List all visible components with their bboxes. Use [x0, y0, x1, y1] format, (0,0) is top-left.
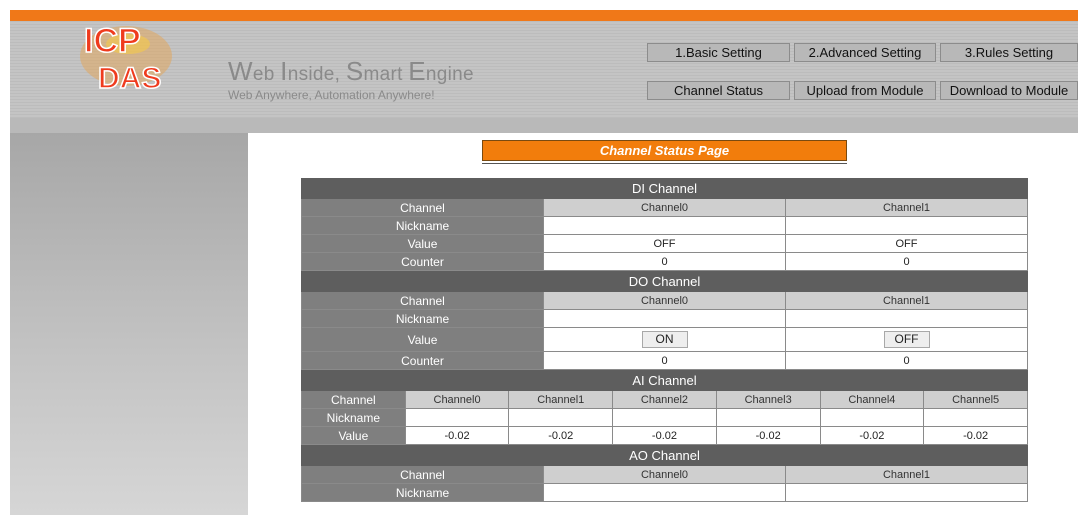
channel-cell: Channel5 — [923, 390, 1028, 409]
channel-cell: Channel0 — [404, 390, 510, 409]
table-row: Counter 0 0 — [301, 351, 1028, 370]
table-row: Counter 0 0 — [301, 252, 1028, 271]
row-label: Channel — [301, 198, 544, 217]
table-row: Value -0.02 -0.02 -0.02 -0.02 -0.02 -0.0… — [301, 426, 1028, 445]
ai-section-title: AI Channel — [301, 370, 1028, 391]
left-sidebar — [10, 133, 248, 515]
nickname-cell — [543, 216, 786, 235]
row-label: Channel — [301, 465, 544, 484]
row-label: Counter — [301, 252, 544, 271]
nickname-cell — [819, 408, 925, 427]
counter-cell: 0 — [543, 252, 786, 271]
value-cell: ON — [543, 327, 786, 352]
table-row: Nickname — [301, 483, 1028, 502]
channel-cell: Channel0 — [543, 465, 786, 484]
di-channel-table: DI Channel Channel Channel0 Channel1 Nic… — [301, 178, 1028, 271]
channel-cell: Channel2 — [612, 390, 717, 409]
nickname-cell — [543, 309, 786, 328]
value-cell: -0.02 — [508, 426, 614, 445]
do-channel-table: DO Channel Channel Channel0 Channel1 Nic… — [301, 271, 1028, 370]
value-cell: -0.02 — [819, 426, 925, 445]
table-row: Nickname — [301, 309, 1028, 328]
nickname-cell — [404, 408, 510, 427]
table-row: Value OFF OFF — [301, 234, 1028, 253]
nickname-cell — [785, 483, 1028, 502]
channel-cell: Channel1 — [508, 390, 614, 409]
tagline-subtitle: Web Anywhere, Automation Anywhere! — [228, 88, 435, 102]
row-label: Counter — [301, 351, 544, 370]
nickname-cell — [715, 408, 821, 427]
di-section-title: DI Channel — [301, 178, 1028, 199]
channel-status-button[interactable]: Channel Status — [647, 81, 790, 100]
channel-cell: Channel3 — [715, 390, 821, 409]
upload-from-module-button[interactable]: Upload from Module — [794, 81, 936, 100]
do-toggle-button[interactable]: OFF — [883, 331, 930, 348]
ao-channel-table: AO Channel Channel Channel0 Channel1 Nic… — [301, 445, 1028, 502]
counter-cell: 0 — [543, 351, 786, 370]
channel-cell: Channel4 — [819, 390, 925, 409]
row-label: Value — [301, 426, 406, 445]
table-row: Nickname — [301, 216, 1028, 235]
download-to-module-button[interactable]: Download to Module — [940, 81, 1078, 100]
ai-channel-table: AI Channel Channel Channel0 Channel1 Cha… — [301, 370, 1028, 445]
page-title: Channel Status Page — [482, 140, 847, 161]
page-title-underline — [482, 163, 847, 164]
advanced-setting-button[interactable]: 2.Advanced Setting — [794, 43, 936, 62]
value-cell: OFF — [785, 234, 1028, 253]
nickname-cell — [785, 309, 1028, 328]
nickname-cell — [612, 408, 717, 427]
channel-cell: Channel1 — [785, 198, 1028, 217]
rules-setting-button[interactable]: 3.Rules Setting — [940, 43, 1078, 62]
channel-cell: Channel0 — [543, 291, 786, 310]
row-label: Nickname — [301, 408, 406, 427]
basic-setting-button[interactable]: 1.Basic Setting — [647, 43, 790, 62]
tagline-word: Smart — [345, 56, 403, 86]
row-label: Channel — [301, 390, 406, 409]
tagline-word: Web — [228, 56, 275, 86]
value-cell: OFF — [543, 234, 786, 253]
value-cell: -0.02 — [923, 426, 1028, 445]
row-label: Channel — [301, 291, 544, 310]
table-row: Channel Channel0 Channel1 Channel2 Chann… — [301, 390, 1028, 409]
do-section-title: DO Channel — [301, 271, 1028, 292]
channel-cell: Channel0 — [543, 198, 786, 217]
brand-tagline: Web Inside, Smart Engine Web Anywhere, A… — [228, 56, 474, 102]
channel-cell: Channel1 — [785, 465, 1028, 484]
table-row: Channel Channel0 Channel1 — [301, 198, 1028, 217]
header-bottom-bar — [10, 118, 1078, 133]
row-label: Nickname — [301, 483, 544, 502]
table-row: Channel Channel0 Channel1 — [301, 465, 1028, 484]
nickname-cell — [785, 216, 1028, 235]
counter-cell: 0 — [785, 252, 1028, 271]
table-row: Nickname — [301, 408, 1028, 427]
tagline-word: Inside, — [280, 56, 341, 86]
channel-cell: Channel1 — [785, 291, 1028, 310]
table-row: Value ON OFF — [301, 327, 1028, 352]
do-toggle-button[interactable]: ON — [641, 331, 688, 348]
row-label: Value — [301, 234, 544, 253]
value-cell: OFF — [785, 327, 1028, 352]
ao-section-title: AO Channel — [301, 445, 1028, 466]
logo-text-top: ICP — [84, 22, 141, 60]
row-label: Nickname — [301, 309, 544, 328]
tagline-word: Engine — [408, 56, 474, 86]
row-label: Nickname — [301, 216, 544, 235]
logo-text-bottom: DAS — [98, 62, 161, 95]
nickname-cell — [543, 483, 786, 502]
tagline-main: Web Inside, Smart Engine — [228, 56, 474, 87]
value-cell: -0.02 — [612, 426, 717, 445]
value-cell: -0.02 — [404, 426, 510, 445]
table-row: Channel Channel0 Channel1 — [301, 291, 1028, 310]
channel-status-area: DI Channel Channel Channel0 Channel1 Nic… — [301, 178, 1028, 502]
icpdas-logo: ICP DAS — [80, 21, 172, 96]
value-cell: -0.02 — [715, 426, 821, 445]
row-label: Value — [301, 327, 544, 352]
nickname-cell — [508, 408, 614, 427]
nickname-cell — [923, 408, 1028, 427]
counter-cell: 0 — [785, 351, 1028, 370]
